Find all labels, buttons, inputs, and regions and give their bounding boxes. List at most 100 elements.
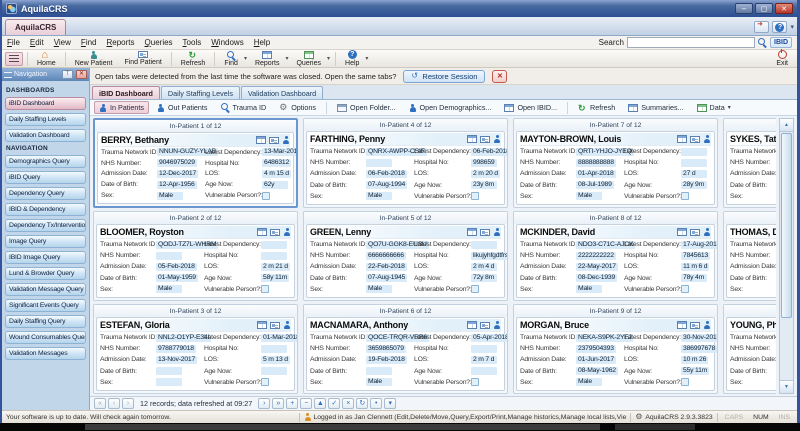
record-nav-button[interactable]: +: [286, 398, 298, 409]
search-input[interactable]: [627, 37, 755, 48]
help-button[interactable]: [772, 21, 787, 33]
tab-daily-staffing-levels[interactable]: Daily Staffing Levels: [161, 86, 240, 99]
menu-item[interactable]: View: [54, 38, 71, 47]
vulnerable-checkbox[interactable]: [261, 285, 269, 293]
patient-card[interactable]: SYKES, Tatton Trauma Network ID:: [726, 131, 776, 205]
menu-item[interactable]: Windows: [211, 38, 243, 47]
patient-card[interactable]: BERRY, Bethany Trauma Network ID:: [97, 132, 294, 204]
menu-item[interactable]: Help: [254, 38, 270, 47]
home-button[interactable]: Home: [32, 51, 61, 67]
reports-button[interactable]: Reports: [250, 51, 285, 67]
sidebar-item[interactable]: Validation Dashboard: [5, 129, 86, 142]
patient-card[interactable]: MAYTON-BROWN, Louis Trauma Network ID:: [516, 131, 715, 205]
open-folder-icon[interactable]: [270, 229, 280, 236]
chevron-down-icon[interactable]: ▾: [285, 55, 288, 62]
record-nav-button[interactable]: ›: [258, 398, 270, 409]
minimize-button[interactable]: [735, 3, 753, 14]
open-ibid-icon[interactable]: [257, 321, 267, 329]
sidebar-item[interactable]: Validation Message Query: [5, 283, 86, 296]
patient-card[interactable]: MACNAMARA, Anthony Trauma Network ID:: [306, 317, 505, 391]
vulnerable-checkbox[interactable]: [471, 378, 479, 386]
sidebar-item[interactable]: iBID Query: [5, 171, 86, 184]
open-ibid-icon[interactable]: [677, 321, 687, 329]
open-ibid-icon[interactable]: [467, 135, 477, 143]
scrollbar-thumb[interactable]: [781, 133, 792, 318]
record-nav-button[interactable]: −: [300, 398, 312, 409]
dismiss-banner-button[interactable]: [492, 70, 507, 83]
vulnerable-checkbox[interactable]: [681, 285, 689, 293]
chevron-down-icon[interactable]: ▾: [244, 55, 247, 62]
open-folder-icon[interactable]: [690, 229, 700, 236]
record-nav-button[interactable]: ‹: [108, 398, 120, 409]
refresh-data-button[interactable]: Refresh: [573, 101, 620, 114]
patient-card[interactable]: FARTHING, Penny Trauma Network ID:: [306, 131, 505, 205]
out-patients-button[interactable]: Out Patients: [152, 101, 213, 114]
open-demographics-icon[interactable]: [703, 321, 711, 329]
vulnerable-checkbox[interactable]: [471, 192, 479, 200]
sidebar-item[interactable]: IBID Image Query: [5, 251, 86, 264]
options-button[interactable]: Options: [274, 101, 321, 114]
open-folder-icon[interactable]: [480, 229, 490, 236]
open-folder-icon[interactable]: [690, 136, 700, 143]
vulnerable-checkbox[interactable]: [681, 192, 689, 200]
chevron-down-icon[interactable]: ▾: [790, 23, 794, 31]
patient-card[interactable]: MORGAN, Bruce Trauma Network ID:: [516, 317, 715, 391]
open-demographics-icon[interactable]: [283, 321, 291, 329]
new-patient-button[interactable]: New Patient: [70, 51, 118, 67]
record-nav-button[interactable]: ✓: [328, 398, 340, 409]
menu-item[interactable]: Queries: [145, 38, 173, 47]
sidebar-item[interactable]: Validation Messages: [5, 347, 86, 360]
patient-card[interactable]: THOMAS, Debor Trauma Network ID:: [726, 224, 776, 298]
open-ibid-icon[interactable]: [677, 135, 687, 143]
sidebar-item[interactable]: Daily Staffing Levels: [5, 113, 86, 126]
open-demographics-icon[interactable]: [493, 321, 501, 329]
open-ibid-button[interactable]: Open IBID...: [499, 101, 562, 114]
restore-session-button[interactable]: Restore Session: [403, 70, 485, 83]
open-demographics-icon[interactable]: [283, 228, 291, 236]
refresh-button[interactable]: Refresh: [176, 51, 211, 67]
find-button[interactable]: Find: [219, 51, 243, 67]
sidebar-item[interactable]: Demographics Query: [5, 155, 86, 168]
patient-card[interactable]: YOUNG, Phillip Trauma Network ID:: [726, 317, 776, 391]
session-refresh-button[interactable]: [754, 21, 769, 33]
patient-card[interactable]: GREEN, Lenny Trauma Network ID:: [306, 224, 505, 298]
sidebar-item[interactable]: Wound Consumables Query: [5, 331, 86, 344]
pin-icon[interactable]: [62, 70, 73, 79]
vulnerable-checkbox[interactable]: [262, 192, 270, 200]
in-patients-button[interactable]: In Patients: [94, 101, 149, 114]
sidebar-item[interactable]: Significant Events Query: [5, 299, 86, 312]
open-demographics-icon[interactable]: [493, 135, 501, 143]
open-folder-icon[interactable]: [269, 137, 279, 144]
patient-card[interactable]: ESTEFAN, Gloria Trauma Network ID:: [96, 317, 295, 391]
chevron-down-icon[interactable]: ▾: [327, 55, 330, 62]
patient-card[interactable]: BLOOMER, Royston Trauma Network ID:: [96, 224, 295, 298]
menu-toggle-button[interactable]: [5, 52, 23, 66]
scroll-up-icon[interactable]: [780, 119, 793, 132]
vulnerable-checkbox[interactable]: [261, 378, 269, 386]
queries-button[interactable]: Queries: [291, 51, 326, 67]
close-icon[interactable]: [76, 70, 87, 79]
vertical-scrollbar[interactable]: [779, 118, 794, 394]
open-demographics-icon[interactable]: [703, 135, 711, 143]
scroll-down-icon[interactable]: [780, 380, 793, 393]
search-icon[interactable]: [758, 38, 767, 47]
menu-item[interactable]: File: [7, 38, 20, 47]
open-ibid-icon[interactable]: [256, 136, 266, 144]
data-button[interactable]: Data ▾: [692, 101, 736, 114]
open-folder-icon[interactable]: [270, 322, 280, 329]
exit-button[interactable]: Exit: [770, 50, 794, 67]
ibid-button[interactable]: IBID: [770, 37, 792, 48]
record-nav-button[interactable]: ▾: [384, 398, 396, 409]
help-menu-button[interactable]: Help: [340, 51, 364, 67]
sidebar-item[interactable]: Image Query: [5, 235, 86, 248]
trauma-id-button[interactable]: Trauma ID: [216, 101, 272, 114]
vulnerable-checkbox[interactable]: [471, 285, 479, 293]
open-ibid-icon[interactable]: [677, 228, 687, 236]
record-nav-button[interactable]: »: [272, 398, 284, 409]
open-ibid-icon[interactable]: [467, 321, 477, 329]
open-folder-icon[interactable]: [480, 136, 490, 143]
menu-item[interactable]: Reports: [107, 38, 135, 47]
sidebar-item[interactable]: Dependency Query: [5, 187, 86, 200]
sidebar-item[interactable]: iBID Dashboard: [5, 97, 86, 110]
menu-item[interactable]: Find: [81, 38, 97, 47]
